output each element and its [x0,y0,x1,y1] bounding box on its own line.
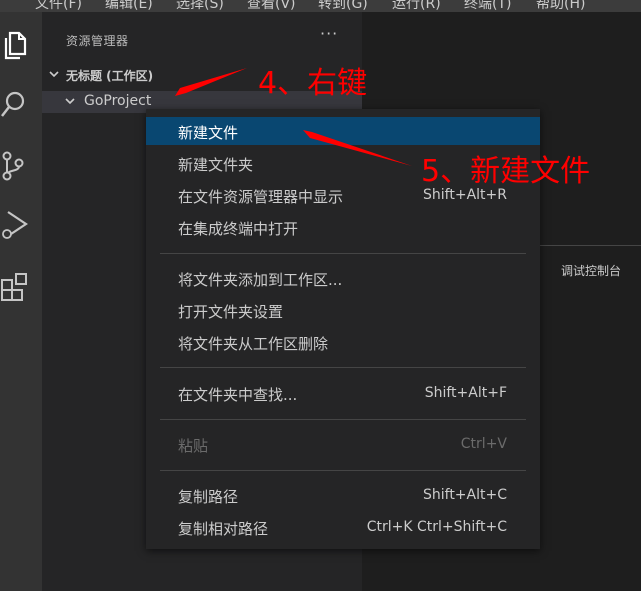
arrow-step5 [303,130,412,166]
annotation-step5: 5、新建文件 [421,154,591,189]
annotation-step4: 4、右键 [258,66,368,101]
arrow-step4 [175,68,247,96]
